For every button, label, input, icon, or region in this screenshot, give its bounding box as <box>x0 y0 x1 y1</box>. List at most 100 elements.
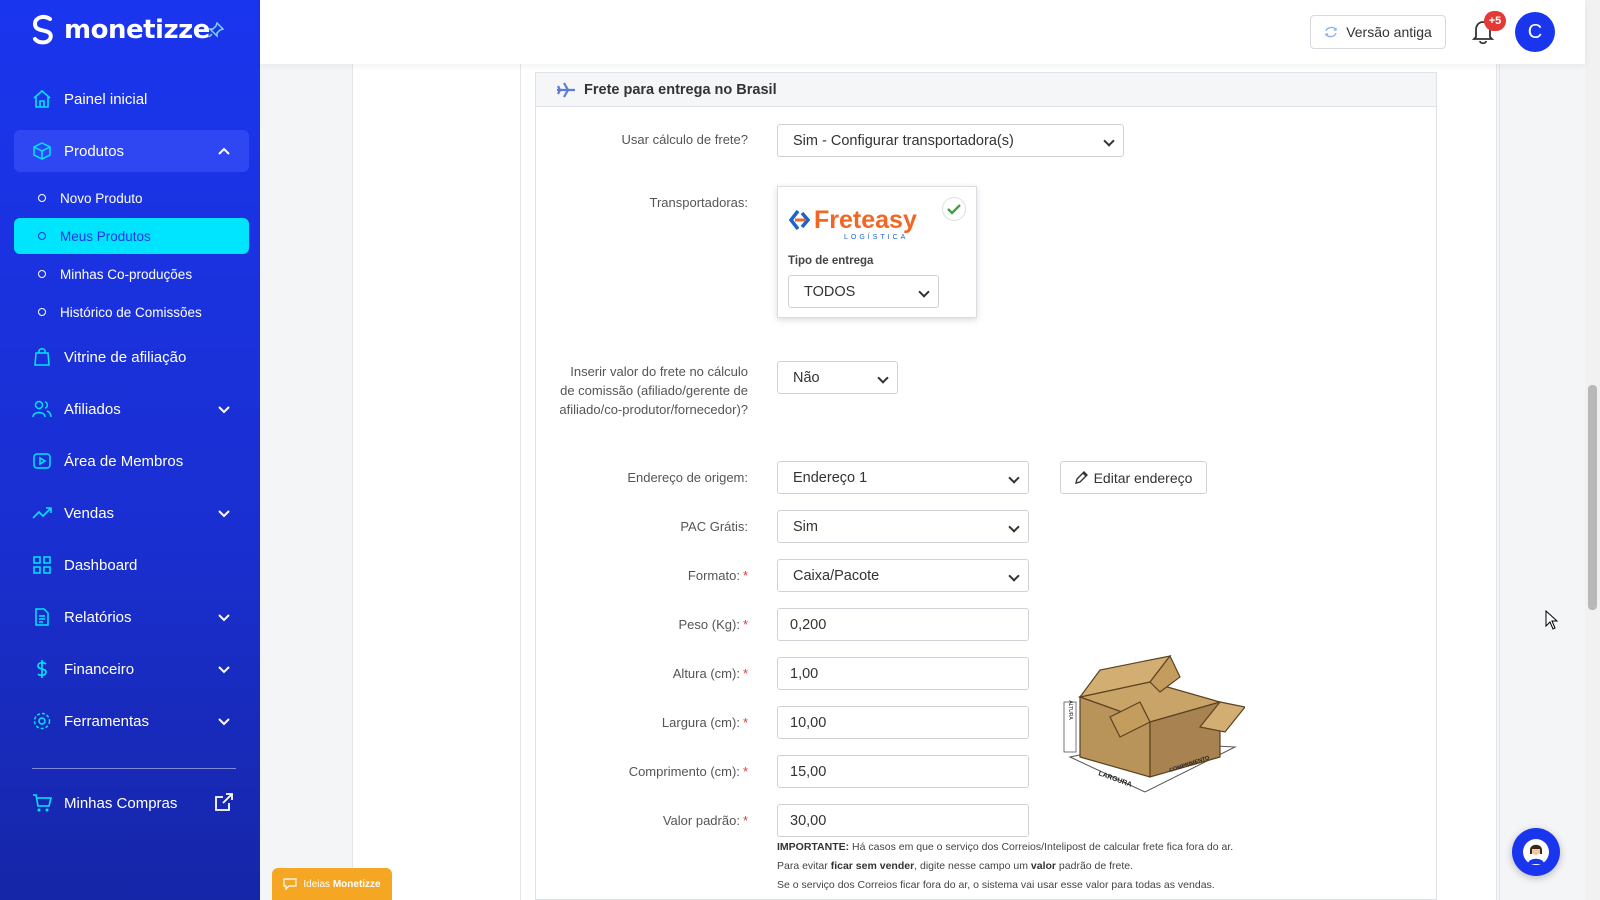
usar-calculo-select[interactable]: Sim - Configurar transportadora(s) <box>777 124 1124 157</box>
scrollbar-thumb[interactable] <box>1588 385 1597 610</box>
tipo-entrega-select[interactable]: TODOS <box>788 275 939 308</box>
largura-label-text: Largura (cm): <box>661 715 740 730</box>
ideas-button[interactable]: Ideias Monetizze <box>272 868 392 900</box>
peso-label: Peso (Kg): * <box>560 615 748 634</box>
sidebar-item-label: Financeiro <box>64 660 135 678</box>
sidebar: monetizze Painel inicial Produtos Novo P… <box>0 0 260 900</box>
sidebar-item-financeiro[interactable]: Financeiro <box>14 648 249 690</box>
note-bold: ficar sem vender <box>830 860 915 872</box>
sidebar-item-label: Minhas Compras <box>64 794 178 812</box>
dollar-icon <box>32 659 52 679</box>
sidebar-item-label: Vitrine de afiliação <box>64 348 187 366</box>
sidebar-item-vendas[interactable]: Vendas <box>14 492 249 534</box>
required-mark: * <box>742 764 748 779</box>
home-icon <box>32 89 52 109</box>
usar-calculo-label: Usar cálculo de frete? <box>621 132 748 147</box>
formato-label: Formato: * <box>560 566 748 585</box>
bullet-icon <box>38 194 46 202</box>
chevron-down-icon <box>218 406 230 414</box>
pac-value: Sim <box>793 518 818 535</box>
sidebar-subitem-novo-produto[interactable]: Novo Produto <box>14 180 249 216</box>
valor-padrao-input[interactable]: 30,00 <box>777 804 1029 837</box>
sidebar-item-label: Vendas <box>64 504 115 522</box>
sidebar-item-afiliados[interactable]: Afiliados <box>14 388 249 430</box>
inserir-frete-value: Não <box>793 369 820 386</box>
required-mark: * <box>742 617 748 632</box>
transportadoras-label: Transportadoras: <box>649 195 748 210</box>
pencil-icon <box>1074 471 1088 484</box>
note-line-1: IMPORTANTE: Há casos em que o serviço do… <box>777 838 1337 857</box>
valor-padrao-value: 30,00 <box>790 812 827 829</box>
page-scrollbar[interactable] <box>1585 0 1600 900</box>
tipo-entrega-value: TODOS <box>804 283 856 300</box>
sidebar-item-vitrine[interactable]: Vitrine de afiliação <box>14 336 249 378</box>
inserir-frete-label: Inserir valor do frete no cálculo de com… <box>559 364 748 417</box>
endereco-select[interactable]: Endereço 1 <box>777 461 1029 494</box>
old-version-label: Versão antiga <box>1346 24 1432 40</box>
formato-select[interactable]: Caixa/Pacote <box>777 559 1029 592</box>
altura-label-text: Altura (cm): <box>672 666 740 681</box>
sidebar-subitem-label: Novo Produto <box>60 190 143 206</box>
required-mark: * <box>742 715 748 730</box>
note-text: Há casos em que o serviço dos Correios/I… <box>849 841 1234 853</box>
largura-input[interactable]: 10,00 <box>777 706 1029 739</box>
sidebar-item-relatorios[interactable]: Relatórios <box>14 596 249 638</box>
sidebar-subitem-coproducoes[interactable]: Minhas Co-produções <box>14 256 249 292</box>
external-link-icon[interactable] <box>213 791 235 813</box>
sidebar-subitem-label: Meus Produtos <box>60 228 151 244</box>
sidebar-item-label: Painel inicial <box>64 90 148 108</box>
chat-bubble-icon <box>283 878 297 890</box>
endereco-value: Endereço 1 <box>793 469 868 486</box>
ideas-brand: Monetizze <box>332 878 381 890</box>
play-icon <box>32 451 52 471</box>
altura-label: Altura (cm): * <box>560 664 748 683</box>
document-icon <box>32 607 52 627</box>
sidebar-item-area-membros[interactable]: Área de Membros <box>14 440 249 482</box>
carrier-subtitle: LOGÍSTICA <box>844 232 908 241</box>
sidebar-item-painel[interactable]: Painel inicial <box>14 78 249 120</box>
note-bold: valor <box>1030 860 1057 872</box>
pac-select[interactable]: Sim <box>777 510 1029 543</box>
carrier-card[interactable]: Freteasy LOGÍSTICA Tipo de entrega TODOS <box>777 186 977 318</box>
sidebar-item-dashboard[interactable]: Dashboard <box>14 544 249 586</box>
sidebar-item-produtos[interactable]: Produtos <box>14 130 249 172</box>
sidebar-subitem-historico[interactable]: Histórico de Comissões <box>14 294 249 330</box>
section-header: Frete para entrega no Brasil <box>536 73 1436 107</box>
peso-value: 0,200 <box>790 616 827 633</box>
bullet-icon <box>38 308 46 316</box>
old-version-button[interactable]: Versão antiga <box>1310 15 1446 49</box>
ideas-label: Ideias Monetizze <box>303 879 380 890</box>
sidebar-subitem-label: Histórico de Comissões <box>60 304 202 320</box>
edit-address-label: Editar endereço <box>1093 469 1193 486</box>
comprimento-value: 15,00 <box>790 763 827 780</box>
sidebar-item-label: Área de Membros <box>64 452 184 470</box>
usar-calculo-value: Sim - Configurar transportadora(s) <box>793 132 1014 149</box>
avatar[interactable]: C <box>1515 12 1555 52</box>
brand-logo[interactable]: monetizze <box>30 12 210 48</box>
cart-icon <box>32 793 53 813</box>
comprimento-label: Comprimento (cm): * <box>560 762 748 781</box>
box-label-altura: ALTURA <box>1067 700 1073 720</box>
sidebar-item-minhas-compras[interactable]: Minhas Compras <box>14 782 249 824</box>
edit-address-button[interactable]: Editar endereço <box>1060 461 1207 494</box>
peso-input[interactable]: 0,200 <box>777 608 1029 641</box>
inserir-frete-select[interactable]: Não <box>777 361 898 394</box>
pin-icon[interactable] <box>208 22 224 38</box>
plane-icon <box>557 81 575 98</box>
box-icon <box>32 141 52 161</box>
users-icon <box>32 399 52 419</box>
note-text: Para evitar <box>777 860 831 872</box>
sidebar-subitem-label: Minhas Co-produções <box>60 266 193 282</box>
chevron-down-icon <box>218 718 230 726</box>
chevron-down-icon <box>218 614 230 622</box>
comprimento-input[interactable]: 15,00 <box>777 755 1029 788</box>
note-text: padrão de frete. <box>1056 860 1134 872</box>
box-dimensions-illustration: ALTURA LARGURA COMPRIMENTO <box>1063 654 1245 793</box>
sidebar-item-ferramentas[interactable]: Ferramentas <box>14 700 249 742</box>
sidebar-subitem-meus-produtos[interactable]: Meus Produtos <box>14 218 249 254</box>
altura-input[interactable]: 1,00 <box>777 657 1029 690</box>
refresh-icon <box>1325 26 1337 38</box>
support-chat-button[interactable] <box>1512 828 1560 876</box>
sidebar-item-label: Afiliados <box>64 400 121 418</box>
important-note: IMPORTANTE: Há casos em que o serviço do… <box>777 838 1337 895</box>
